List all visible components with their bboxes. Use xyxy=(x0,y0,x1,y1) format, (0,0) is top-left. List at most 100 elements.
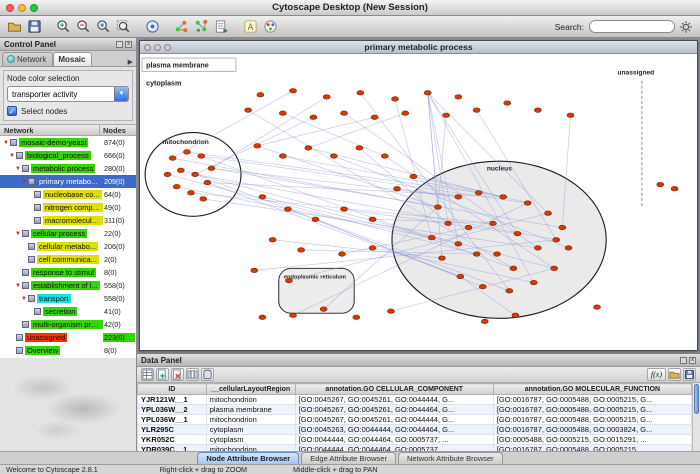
graph-node[interactable] xyxy=(339,252,346,256)
graph-node[interactable] xyxy=(428,235,435,239)
table-cell[interactable]: [GO:0016787, GO:0005488, GO:0005215, G..… xyxy=(493,395,691,405)
graph-node[interactable] xyxy=(323,95,330,99)
graph-node[interactable] xyxy=(424,91,431,95)
tree-row[interactable]: nitrogen compo...49(0) xyxy=(0,201,136,214)
tree-row[interactable]: ▼cellular process22(0) xyxy=(0,227,136,240)
table-cell[interactable]: [GO:0044444, GO:0044464, GO:0005737, ... xyxy=(295,435,493,445)
tree-row[interactable]: ▼establishment of l...558(0) xyxy=(0,279,136,292)
tree-row[interactable]: Overview8(0) xyxy=(0,344,136,357)
graph-node[interactable] xyxy=(410,174,417,178)
delete-attribute-icon[interactable] xyxy=(171,368,184,381)
graph-node[interactable] xyxy=(551,266,558,270)
graph-node[interactable] xyxy=(290,313,297,317)
table-cell[interactable]: [GO:0016787, GO:0005488, GO:0005215, G..… xyxy=(493,405,691,415)
graph-node[interactable] xyxy=(279,111,286,115)
graph-node[interactable] xyxy=(381,154,388,158)
zoom-fit-icon[interactable] xyxy=(114,18,132,36)
graph-node[interactable] xyxy=(173,184,180,188)
search-input[interactable] xyxy=(589,20,675,33)
graph-node[interactable] xyxy=(504,101,511,105)
graph-node[interactable] xyxy=(455,242,462,246)
import-network-icon[interactable] xyxy=(5,18,23,36)
tree-row[interactable]: secretion41(0) xyxy=(0,305,136,318)
table-cell[interactable]: [GO:0044444, GO:0044464, GO:0005737, ... xyxy=(295,445,493,452)
table-row[interactable]: YLR295Ccytoplasm[GO:0045263, GO:0044444,… xyxy=(138,425,692,435)
graph-node[interactable] xyxy=(208,166,215,170)
graph-node[interactable] xyxy=(198,154,205,158)
inner-maximize-button[interactable] xyxy=(164,44,171,51)
expand-triangle-icon[interactable]: ▼ xyxy=(14,231,22,237)
table-cell[interactable]: YPL036W__2 xyxy=(138,405,207,415)
graph-node[interactable] xyxy=(356,146,363,150)
graph-node[interactable] xyxy=(479,284,486,288)
table-row[interactable]: YDR039C__1mitochondrion[GO:0044444, GO:0… xyxy=(138,445,692,452)
graph-node[interactable] xyxy=(438,256,445,260)
table-cell[interactable]: YLR295C xyxy=(138,425,207,435)
expand-triangle-icon[interactable]: ▼ xyxy=(20,296,28,302)
select-nodes-checkbox[interactable]: ✓ xyxy=(7,106,17,116)
graph-node[interactable] xyxy=(443,113,450,117)
table-cell[interactable]: cytoplasm xyxy=(206,435,295,445)
export-attributes-icon[interactable] xyxy=(683,368,696,381)
graph-node[interactable] xyxy=(357,91,364,95)
graph-node[interactable] xyxy=(341,111,348,115)
table-cell[interactable]: [GO:0005488, GO:0005215, GO:0015291, ... xyxy=(493,435,691,445)
graph-node[interactable] xyxy=(353,315,360,319)
graph-node[interactable] xyxy=(500,195,507,199)
table-cell[interactable]: [GO:0045267, GO:0045261, GO:0044444, G..… xyxy=(295,415,493,425)
graph-node[interactable] xyxy=(369,217,376,221)
color-attribute-dropdown[interactable]: transporter activity ▼ xyxy=(7,86,129,102)
graph-edge[interactable] xyxy=(173,91,293,158)
graph-edge[interactable] xyxy=(283,113,385,156)
table-cell[interactable]: [GO:0045267, GO:0045261, GO:0044464, G..… xyxy=(295,405,493,415)
import-table-icon[interactable] xyxy=(192,18,210,36)
tree-row[interactable]: ▼metabolic process280(0) xyxy=(0,162,136,175)
table-scrollbar[interactable] xyxy=(692,383,700,451)
tab-mosaic[interactable]: Mosaic xyxy=(53,52,92,66)
graph-node[interactable] xyxy=(269,238,276,242)
column-settings-icon[interactable] xyxy=(186,368,199,381)
graph-node[interactable] xyxy=(457,274,464,278)
graph-node[interactable] xyxy=(475,191,482,195)
graph-node[interactable] xyxy=(473,108,480,112)
graph-node[interactable] xyxy=(204,180,211,184)
inner-close-button[interactable] xyxy=(144,44,151,51)
tab-network-attribute-browser[interactable]: Network Attribute Browser xyxy=(398,452,503,464)
graph-node[interactable] xyxy=(465,225,472,229)
table-row[interactable]: YKR052Ccytoplasm[GO:0044444, GO:0044464,… xyxy=(138,435,692,445)
minimize-window-button[interactable] xyxy=(18,4,26,12)
graph-node[interactable] xyxy=(192,172,199,176)
table-cell[interactable]: [GO:0016787, GO:0005488, GO:0005215, G..… xyxy=(493,415,691,425)
col-header-id[interactable]: ID xyxy=(138,384,207,395)
tree-row[interactable]: unassigned223(0) xyxy=(0,331,136,344)
graph-node[interactable] xyxy=(534,246,541,250)
tree-row[interactable]: ▼biological_process666(0) xyxy=(0,149,136,162)
graph-node[interactable] xyxy=(284,207,291,211)
graph-node[interactable] xyxy=(565,246,572,250)
table-cell[interactable]: mitochondrion xyxy=(206,395,295,405)
table-cell[interactable]: [GO:0045267, GO:0045261, GO:0044444, G..… xyxy=(295,395,493,405)
col-header-cellular-component[interactable]: annotation.GO CELLULAR_COMPONENT xyxy=(295,384,493,395)
close-data-panel-icon[interactable]: x xyxy=(689,357,696,364)
tree-row[interactable]: nucleobase co...64(0) xyxy=(0,188,136,201)
inner-minimize-button[interactable] xyxy=(154,44,161,51)
col-header-molecular-function[interactable]: annotation.GO MOLECULAR_FUNCTION xyxy=(493,384,691,395)
graph-node[interactable] xyxy=(553,238,560,242)
graph-node[interactable] xyxy=(251,268,258,272)
table-row[interactable]: YJR121W__1mitochondrion[GO:0045267, GO:0… xyxy=(138,395,692,405)
graph-node[interactable] xyxy=(512,313,519,317)
tree-row[interactable]: multi-organism pro...42(0) xyxy=(0,318,136,331)
tree-row[interactable]: cellular metabo...206(0) xyxy=(0,240,136,253)
graph-node[interactable] xyxy=(259,195,266,199)
graph-node[interactable] xyxy=(392,97,399,101)
zoom-window-button[interactable] xyxy=(30,4,38,12)
graph-node[interactable] xyxy=(594,305,601,309)
select-attributes-icon[interactable] xyxy=(141,368,154,381)
overview-icon[interactable] xyxy=(143,18,161,36)
graph-node[interactable] xyxy=(524,201,531,205)
search-config-icon[interactable] xyxy=(677,18,695,36)
expand-triangle-icon[interactable]: ▼ xyxy=(14,166,22,172)
tree-row[interactable]: macromolecule...311(0) xyxy=(0,214,136,227)
graph-node[interactable] xyxy=(671,186,678,190)
graph-node[interactable] xyxy=(559,225,566,229)
